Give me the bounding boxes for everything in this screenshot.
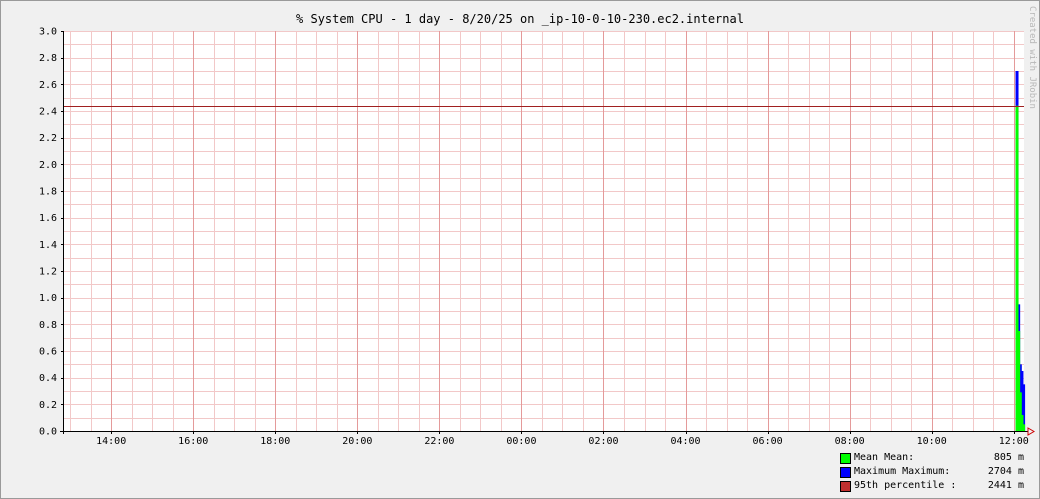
y-tick-label: 1.4 bbox=[39, 240, 57, 251]
x-tick-label: 00:00 bbox=[506, 436, 536, 447]
legend-label-mean: Mean Mean: bbox=[854, 452, 915, 463]
legend-item-95th-percentile: 95th percentile : 2441 m bbox=[836, 480, 1036, 494]
legend-swatch-mean bbox=[840, 453, 851, 464]
series-bar-mean bbox=[1022, 424, 1026, 431]
legend-value-maximum: 2704 m bbox=[987, 466, 1024, 477]
legend-value-95th-percentile: 2441 m bbox=[987, 480, 1024, 491]
legend-swatch-maximum bbox=[840, 467, 851, 478]
y-tick-label: 1.0 bbox=[39, 293, 57, 304]
y-tick-label: 0.2 bbox=[39, 400, 57, 411]
y-tick-label: 1.6 bbox=[39, 213, 57, 224]
x-tick-label: 14:00 bbox=[96, 436, 126, 447]
legend-label-maximum: Maximum Maximum: bbox=[854, 466, 951, 477]
y-tick-label: 0.0 bbox=[39, 427, 57, 438]
legend-swatch-95th-percentile bbox=[840, 481, 851, 492]
chart-title: % System CPU - 1 day - 8/20/25 on _ip-10… bbox=[296, 12, 744, 26]
x-tick-label: 12:00 bbox=[999, 436, 1029, 447]
x-tick-label: 02:00 bbox=[588, 436, 618, 447]
y-tick-label: 0.8 bbox=[39, 320, 57, 331]
legend-item-maximum: Maximum Maximum: 2704 m bbox=[836, 466, 1036, 480]
x-tick-label: 10:00 bbox=[917, 436, 947, 447]
watermark: Created with JRobin bbox=[1027, 6, 1037, 109]
y-tick-label: 3.0 bbox=[39, 27, 57, 38]
x-tick-label: 08:00 bbox=[835, 436, 865, 447]
y-tick-label: 2.0 bbox=[39, 160, 57, 171]
legend-value-mean: 805 m bbox=[993, 452, 1024, 463]
y-tick-label: 2.6 bbox=[39, 80, 57, 91]
x-tick-label: 04:00 bbox=[670, 436, 700, 447]
y-tick-label: 0.4 bbox=[39, 373, 57, 384]
y-tick-label: 1.8 bbox=[39, 187, 57, 198]
y-tick-label: 2.2 bbox=[39, 133, 57, 144]
x-tick-label: 22:00 bbox=[424, 436, 454, 447]
y-tick-label: 2.4 bbox=[39, 107, 57, 118]
x-tick-label: 18:00 bbox=[260, 436, 290, 447]
chart-svg: % System CPU - 1 day - 8/20/25 on _ip-10… bbox=[39, 6, 1037, 447]
legend: Mean Mean: 805 m Maximum Maximum: 2704 m… bbox=[836, 452, 1036, 494]
y-tick-label: 1.2 bbox=[39, 267, 57, 278]
y-tick-label: 2.8 bbox=[39, 53, 57, 64]
legend-label-95th-percentile: 95th percentile : bbox=[854, 480, 957, 491]
legend-item-mean: Mean Mean: 805 m bbox=[836, 452, 1036, 466]
x-tick-label: 16:00 bbox=[178, 436, 208, 447]
y-tick-label: 0.6 bbox=[39, 347, 57, 358]
x-tick-label: 06:00 bbox=[753, 436, 783, 447]
x-tick-label: 20:00 bbox=[342, 436, 372, 447]
x-axis-arrow bbox=[1027, 427, 1035, 436]
